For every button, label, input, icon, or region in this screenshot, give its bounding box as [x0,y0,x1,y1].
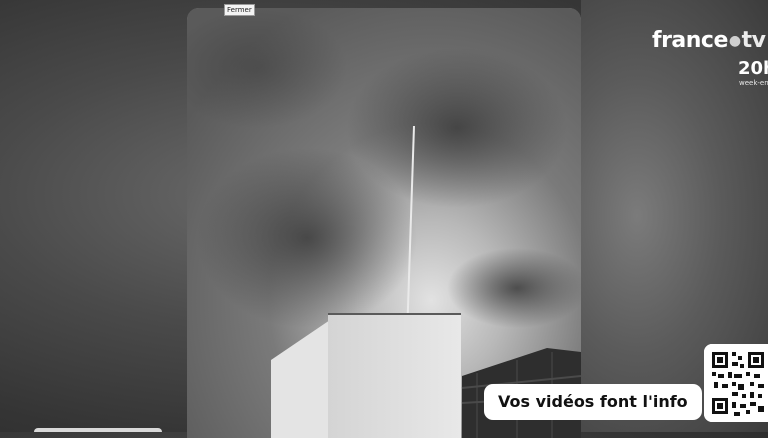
vos-videos-banner: Vos vidéos font l'info [484,384,702,420]
edition-subtitle: week-end [739,79,768,87]
logo-suffix: tv [741,28,766,53]
france-tv-logo: france●tv [652,28,766,53]
edition-title: 20h [738,58,768,79]
qr-code-graphic [704,344,768,422]
qr-code-icon [704,344,768,422]
logo-name: france [652,28,728,53]
video-frame-image [187,8,581,438]
video-player[interactable] [187,8,581,438]
bottom-edge-bar [34,428,162,432]
close-tooltip: Fermer [224,4,255,16]
logo-dot-icon: ● [728,33,741,49]
